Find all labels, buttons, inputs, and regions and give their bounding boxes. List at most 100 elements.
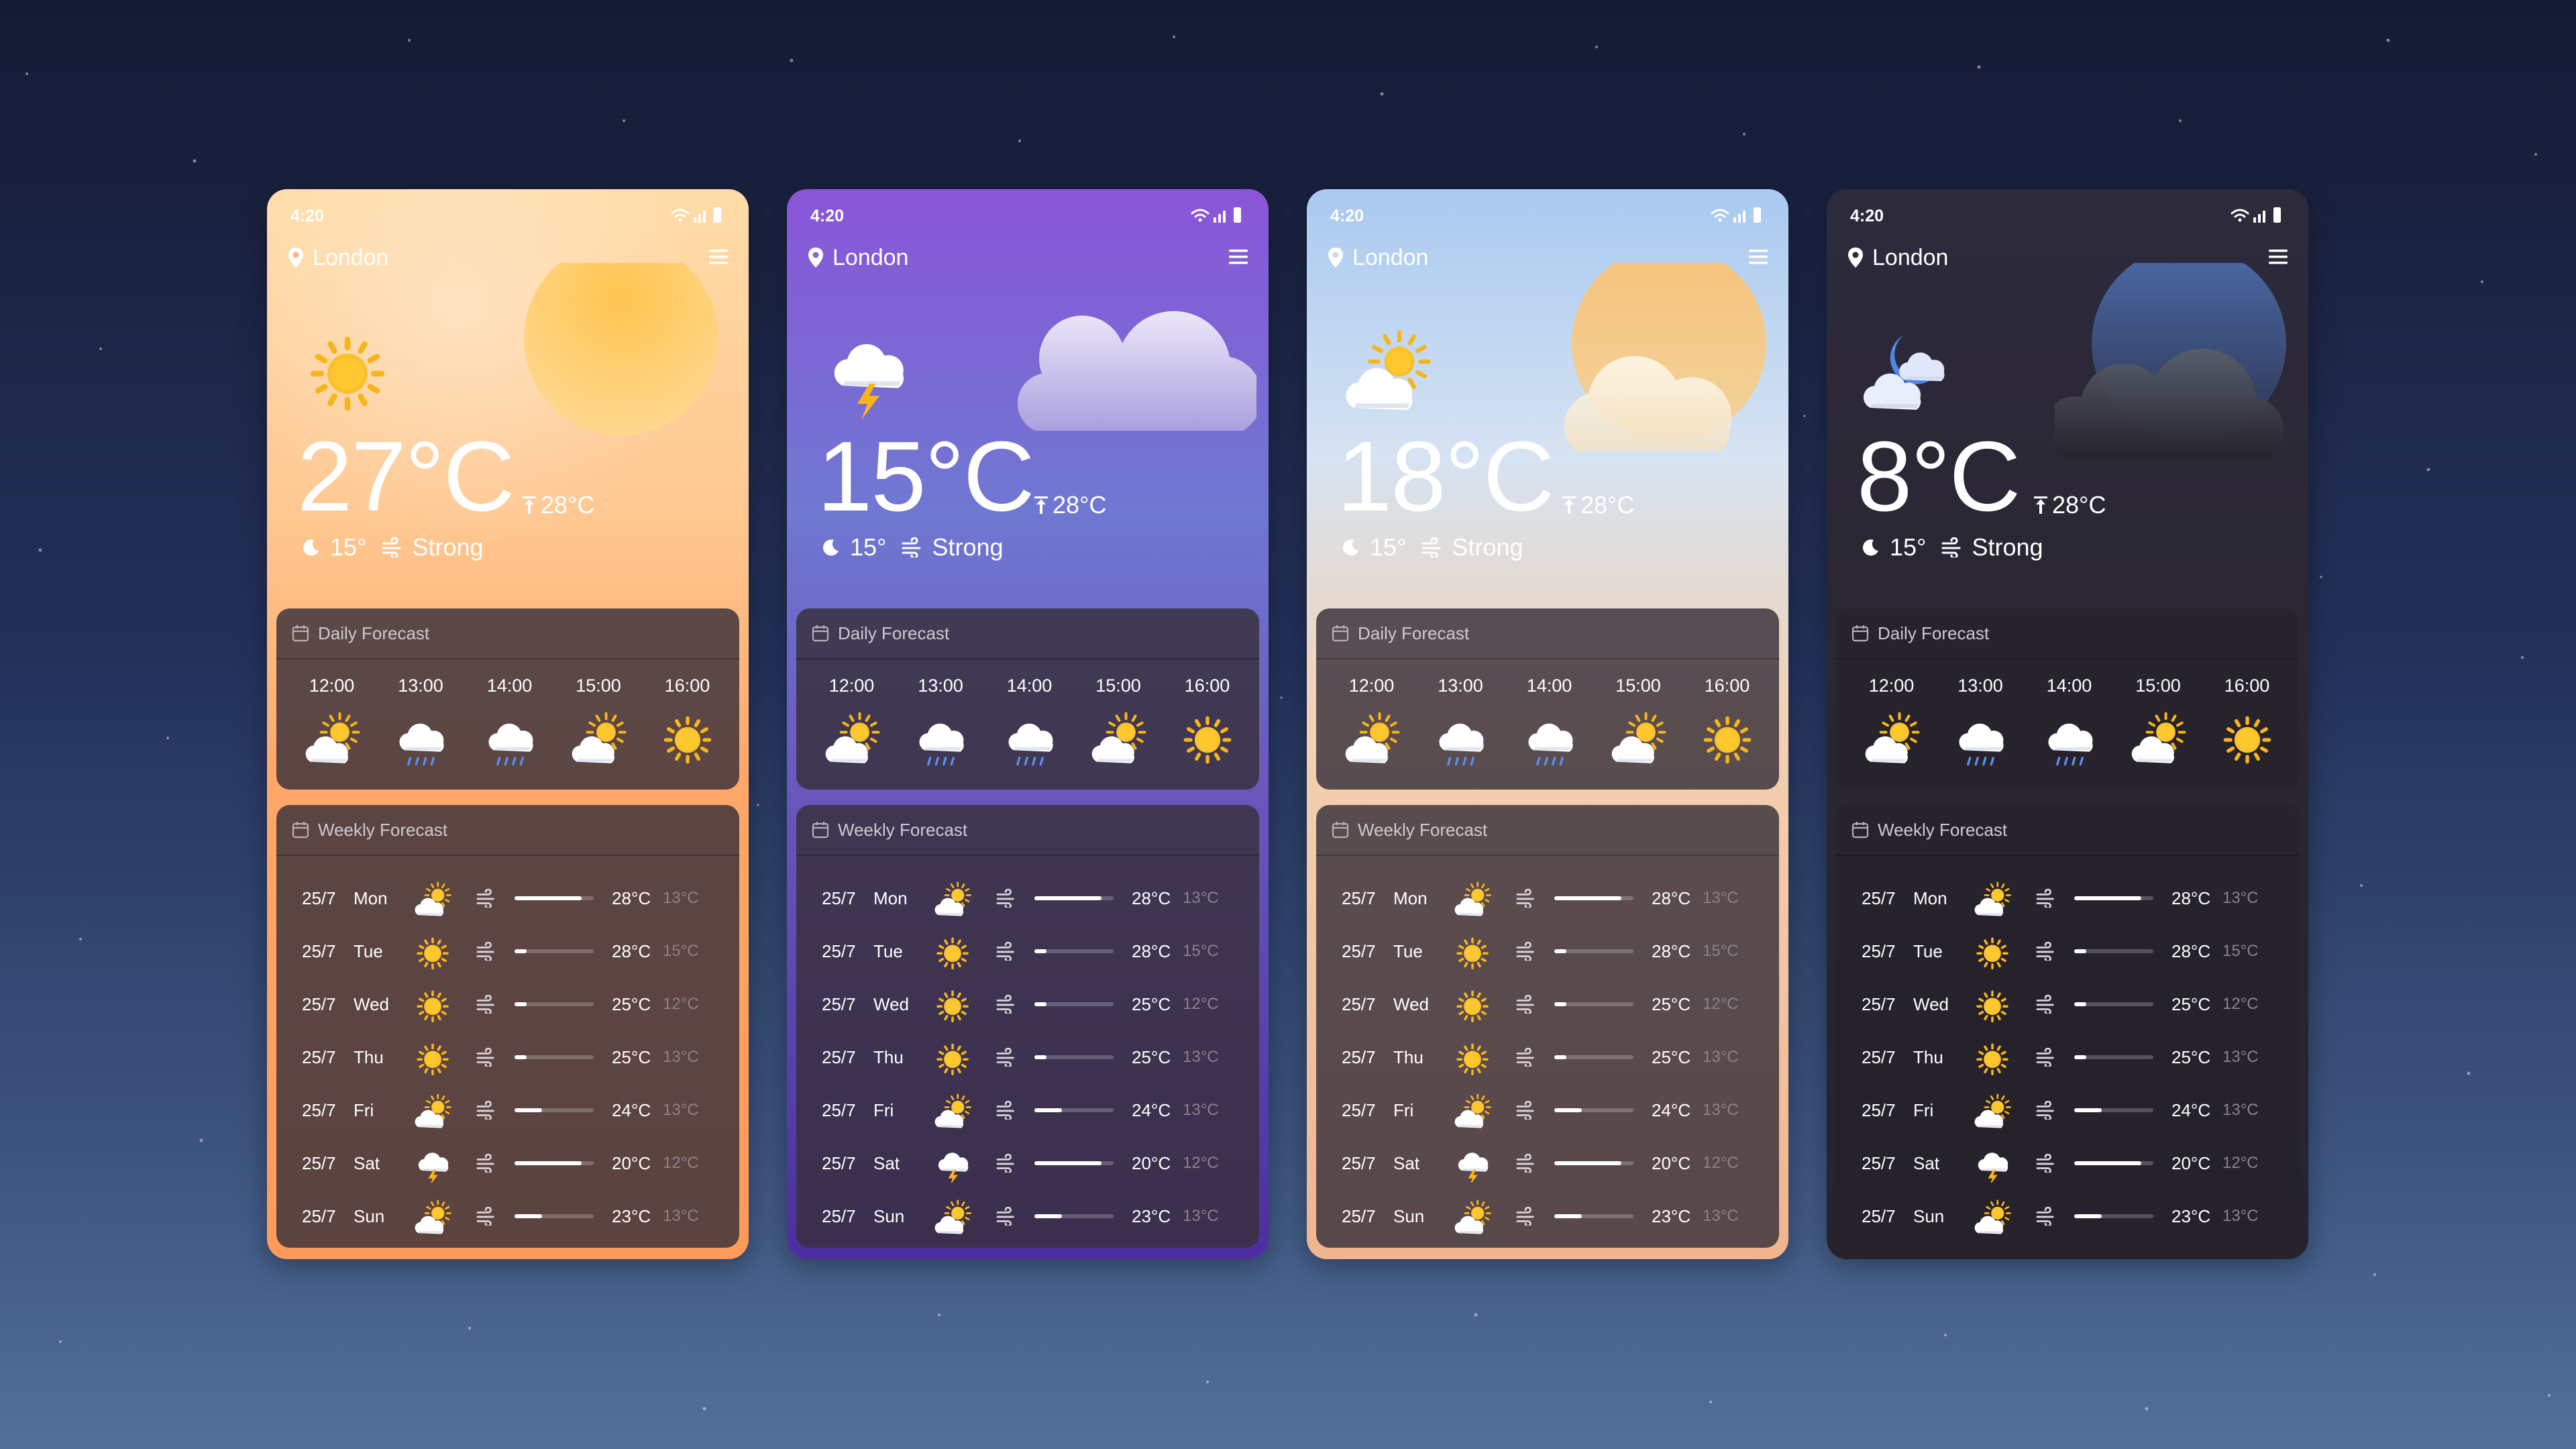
day-low: 15°C bbox=[2222, 942, 2259, 960]
moon-icon bbox=[1342, 539, 1358, 556]
daily-forecast-header: Daily Forecast bbox=[796, 608, 1259, 659]
wifi-icon bbox=[1191, 209, 1210, 218]
weekly-row[interactable]: 25/7 Wed 25°C 12°C bbox=[276, 978, 739, 1030]
weekly-row[interactable]: 25/7 Thu 25°C 13°C bbox=[1836, 1031, 2299, 1083]
day-high: 24°C bbox=[1132, 1099, 1171, 1120]
day-low: 13°C bbox=[1703, 1101, 1739, 1119]
day-low: 12°C bbox=[1183, 995, 1219, 1013]
weekly-row[interactable]: 25/7 Mon 28°C 13°C bbox=[276, 872, 739, 924]
day-high: 20°C bbox=[612, 1152, 651, 1173]
location-selector[interactable]: London bbox=[1847, 243, 1948, 272]
weekly-row[interactable]: 25/7 Sun 23°C 13°C bbox=[796, 1190, 1259, 1242]
hour-time: 16:00 bbox=[664, 676, 710, 696]
sun-icon bbox=[417, 937, 449, 969]
partly-cloudy-icon bbox=[1091, 712, 1146, 763]
weekly-forecast-title: Weekly Forecast bbox=[838, 819, 968, 840]
day-date: 25/7 bbox=[302, 888, 336, 908]
hour-time: 12:00 bbox=[1348, 676, 1395, 696]
location-selector[interactable]: London bbox=[287, 243, 388, 272]
wind-level-bar bbox=[1034, 1161, 1114, 1165]
weekly-row[interactable]: 25/7 Thu 25°C 13°C bbox=[796, 1031, 1259, 1083]
cloud-shape bbox=[418, 1152, 449, 1172]
weekly-row[interactable]: 25/7 Sat 20°C 12°C bbox=[796, 1137, 1259, 1189]
weekly-row[interactable]: 25/7 Sat 20°C 12°C bbox=[1836, 1137, 2299, 1189]
sun-icon bbox=[2223, 716, 2271, 764]
day-name: Tue bbox=[1393, 941, 1423, 961]
wind-level-bar bbox=[2074, 1002, 2153, 1006]
wind-level-bar bbox=[1034, 1108, 1114, 1112]
weekly-row[interactable]: 25/7 Wed 25°C 12°C bbox=[1836, 978, 2299, 1030]
day-high: 25°C bbox=[1132, 1046, 1171, 1067]
hour-time: 14:00 bbox=[2046, 676, 2092, 696]
wind-icon bbox=[1941, 537, 1961, 557]
weekly-row[interactable]: 25/7 Fri 24°C 13°C bbox=[1316, 1084, 1779, 1136]
weekly-row[interactable]: 25/7 Sat 20°C 12°C bbox=[276, 1137, 739, 1189]
sun-icon bbox=[417, 1043, 449, 1075]
weekly-row[interactable]: 25/7 Thu 25°C 13°C bbox=[276, 1031, 739, 1083]
weekly-row[interactable]: 25/7 Tue 28°C 15°C bbox=[1836, 925, 2299, 977]
weekly-row[interactable]: 25/7 Sun 23°C 13°C bbox=[1316, 1190, 1779, 1242]
daily-forecast-header: Daily Forecast bbox=[276, 608, 739, 659]
sun-icon bbox=[1183, 716, 1231, 764]
day-name: Mon bbox=[1393, 888, 1428, 908]
weekly-row[interactable]: 25/7 Wed 25°C 12°C bbox=[1316, 978, 1779, 1030]
hourly-item: 13:00 bbox=[1426, 676, 1496, 772]
wind-level-bar bbox=[1554, 1214, 1633, 1218]
wind-level-bar bbox=[1034, 896, 1114, 900]
wind-level-fill bbox=[1554, 1108, 1582, 1112]
partly-cloudy-icon bbox=[1345, 712, 1399, 763]
weekly-row[interactable]: 25/7 Mon 28°C 13°C bbox=[796, 872, 1259, 924]
partly-cloudy-icon bbox=[1454, 1093, 1491, 1128]
hour-time: 13:00 bbox=[398, 676, 443, 696]
storm-cloud-icon bbox=[418, 1152, 449, 1183]
battery-icon bbox=[2273, 207, 2281, 223]
partly-cloudy-icon bbox=[2131, 712, 2186, 763]
weekly-row[interactable]: 25/7 Tue 28°C 15°C bbox=[796, 925, 1259, 977]
storm-cloud-icon bbox=[834, 343, 904, 420]
location-selector[interactable]: London bbox=[1327, 243, 1428, 272]
low-temperature-value: 15° bbox=[330, 533, 367, 561]
weekly-row[interactable]: 25/7 Sat 20°C 12°C bbox=[1316, 1137, 1779, 1189]
partly-cloudy-icon bbox=[1454, 881, 1491, 916]
weather-card-storm: 4:20 London 15°C 28°C 15° Strong Daily F… bbox=[787, 189, 1269, 1259]
hourly-item: 13:00 bbox=[1945, 676, 2016, 772]
wind-level-bar bbox=[2074, 1161, 2153, 1165]
weekly-row[interactable]: 25/7 Wed 25°C 12°C bbox=[796, 978, 1259, 1030]
weekly-row[interactable]: 25/7 Sun 23°C 13°C bbox=[1836, 1190, 2299, 1242]
location-selector[interactable]: London bbox=[807, 243, 908, 272]
current-temperature: 27°C bbox=[297, 421, 515, 532]
hourly-item: 12:00 bbox=[1336, 676, 1407, 772]
wind-level-bar bbox=[515, 896, 594, 900]
current-temperature: 18°C bbox=[1337, 421, 1555, 532]
weekly-row[interactable]: 25/7 Mon 28°C 13°C bbox=[1836, 872, 2299, 924]
day-date: 25/7 bbox=[302, 1205, 336, 1226]
sun-icon bbox=[1456, 990, 1489, 1022]
lightning-bolt bbox=[857, 384, 879, 420]
sun-icon bbox=[1456, 990, 1489, 1022]
weekly-row[interactable]: 25/7 Fri 24°C 13°C bbox=[276, 1084, 739, 1136]
wind-level-fill bbox=[2074, 896, 2142, 900]
weekly-row[interactable]: 25/7 Thu 25°C 13°C bbox=[1316, 1031, 1779, 1083]
weekly-row[interactable]: 25/7 Tue 28°C 15°C bbox=[1316, 925, 1779, 977]
hourly-list: 12:00 13:00 14:00 15:00 16:00 bbox=[1336, 676, 1762, 772]
cloud-shape bbox=[1008, 723, 1053, 752]
wind-level-fill bbox=[1554, 949, 1566, 953]
wind-icon bbox=[996, 1101, 1014, 1120]
wind-level-bar bbox=[1554, 1002, 1633, 1006]
weekly-row[interactable]: 25/7 Tue 28°C 15°C bbox=[276, 925, 739, 977]
weekly-row[interactable]: 25/7 Sun 23°C 13°C bbox=[276, 1190, 739, 1242]
storm-cloud-icon bbox=[938, 1152, 969, 1183]
high-temperature: 28°C bbox=[2033, 491, 2106, 519]
cloud-shape bbox=[488, 723, 533, 752]
weekly-row[interactable]: 25/7 Mon 28°C 13°C bbox=[1316, 872, 1779, 924]
high-temperature: 28°C bbox=[1034, 491, 1106, 519]
partly-cloudy-icon bbox=[1865, 712, 1919, 763]
weekly-row[interactable]: 25/7 Fri 24°C 13°C bbox=[796, 1084, 1259, 1136]
wind-level-fill bbox=[2074, 1055, 2086, 1059]
weekly-row[interactable]: 25/7 Fri 24°C 13°C bbox=[1836, 1084, 2299, 1136]
wind-level-fill bbox=[515, 1108, 543, 1112]
wind-level-fill bbox=[2074, 1002, 2086, 1006]
day-name: Wed bbox=[1913, 994, 1949, 1014]
hourly-item: 15:00 bbox=[1083, 676, 1154, 772]
weekly-forecast-panel: Weekly Forecast 25/7 Mon 28°C 13°C 25/7 … bbox=[276, 805, 739, 1248]
